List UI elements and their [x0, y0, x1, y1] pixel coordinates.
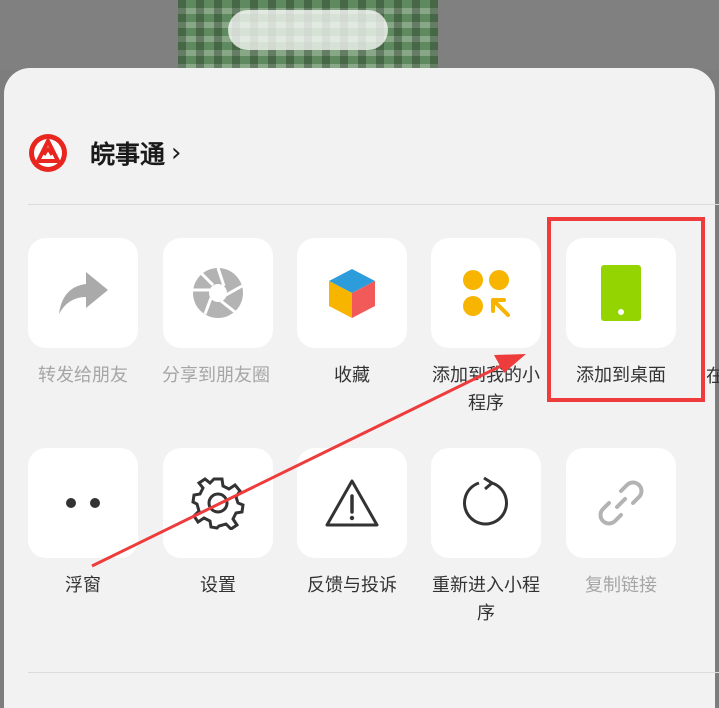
float-window-button[interactable]	[28, 448, 138, 558]
bottom-divider	[28, 672, 719, 673]
settings-label: 设置	[200, 575, 236, 596]
qr-code-image	[178, 0, 438, 70]
share-to-moments-button[interactable]	[163, 238, 273, 348]
highlight-box	[547, 217, 705, 402]
reenter-miniprogram-button[interactable]	[431, 448, 541, 558]
refresh-icon	[463, 476, 508, 526]
link-icon	[598, 480, 644, 526]
feedback-label: 反馈与投诉	[307, 575, 397, 596]
share-to-moments-label: 分享到朋友圈	[162, 365, 270, 386]
miniprogram-add-icon	[463, 270, 510, 317]
miniprogram-title: 皖事通	[90, 140, 166, 169]
cube-icon	[329, 269, 375, 318]
forward-to-friend-label: 转发给朋友	[38, 365, 128, 386]
miniprogram-header[interactable]: 皖事通 ›	[28, 130, 181, 176]
float-window-icon	[66, 498, 100, 508]
favorite-button[interactable]	[297, 238, 407, 348]
favorite-label: 收藏	[334, 365, 370, 386]
reenter-miniprogram-label: 重新进入小程序	[432, 575, 540, 624]
copy-link-label: 复制链接	[585, 575, 657, 596]
partial-item-label: 在	[706, 366, 719, 387]
header-divider	[28, 204, 719, 205]
warning-icon	[325, 479, 379, 527]
chevron-right-icon: ›	[171, 138, 182, 168]
copy-link-button[interactable]	[566, 448, 676, 558]
feedback-button[interactable]	[297, 448, 407, 558]
settings-button[interactable]	[163, 448, 273, 558]
share-arrow-icon	[59, 272, 108, 314]
gear-icon	[191, 477, 245, 530]
add-to-my-miniprograms-label: 添加到我的小程序	[432, 365, 540, 414]
redaction-scribble	[228, 10, 388, 50]
float-window-label: 浮窗	[65, 575, 101, 596]
camera-aperture-icon	[193, 267, 243, 318]
forward-to-friend-button[interactable]	[28, 238, 138, 348]
add-to-my-miniprograms-button[interactable]	[431, 238, 541, 348]
wanshitong-logo-icon	[29, 134, 67, 172]
